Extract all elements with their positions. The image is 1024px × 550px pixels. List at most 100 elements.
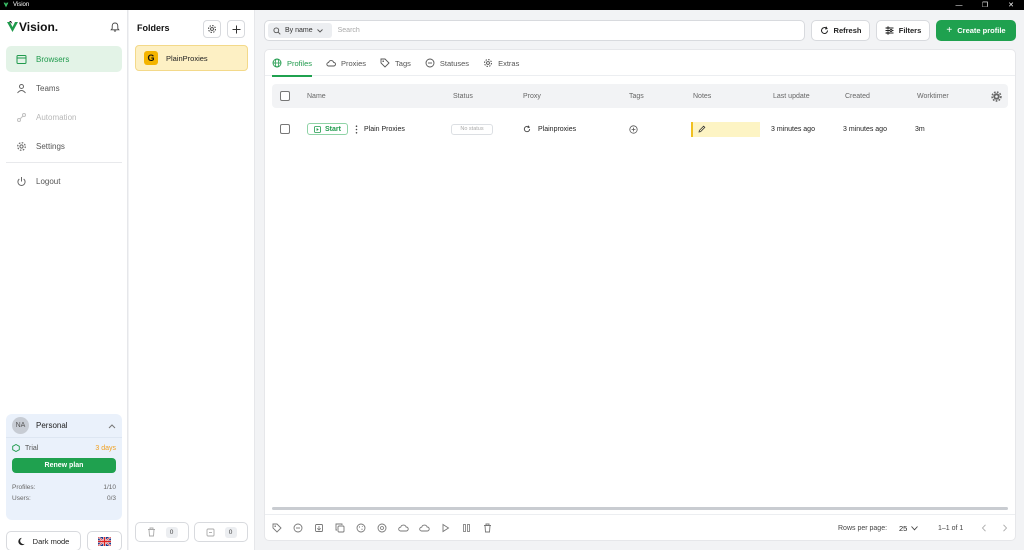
- user-icon: [15, 82, 27, 94]
- bulk-cookie-icon[interactable]: [355, 522, 367, 534]
- search-mode-label: By name: [285, 27, 313, 34]
- filters-button[interactable]: Filters: [876, 20, 930, 41]
- globe-icon: [272, 58, 282, 68]
- trash-button[interactable]: 0: [135, 522, 189, 542]
- profile-name[interactable]: Plain Proxies: [364, 117, 405, 141]
- next-page-icon[interactable]: [999, 522, 1011, 534]
- users-usage-value: 0/3: [106, 495, 116, 502]
- window-title-bar: Vision — ❐ ✕: [0, 0, 1024, 10]
- notes-field[interactable]: [691, 121, 760, 137]
- plus-icon: +: [946, 25, 953, 36]
- column-header-status[interactable]: Status: [453, 84, 473, 108]
- column-settings-button[interactable]: [991, 84, 1002, 108]
- start-button[interactable]: Start: [307, 123, 348, 135]
- bulk-status-icon[interactable]: [292, 522, 304, 534]
- bulk-tag-icon[interactable]: [271, 522, 283, 534]
- add-tag-button[interactable]: [629, 117, 638, 141]
- minimize-button[interactable]: —: [946, 0, 972, 10]
- search-input[interactable]: [337, 27, 738, 34]
- trial-days: 3 days: [95, 444, 116, 452]
- maximize-button[interactable]: ❐: [972, 0, 998, 10]
- column-header-created[interactable]: Created: [845, 84, 870, 108]
- folder-settings-button[interactable]: [203, 20, 221, 38]
- tab-extras[interactable]: Extras: [483, 50, 519, 76]
- tab-bar: Profiles Proxies Tags Statuses Extras: [265, 50, 1015, 77]
- bulk-cloud-upload-icon[interactable]: [397, 522, 409, 534]
- sidebar-item-label: Logout: [36, 176, 61, 186]
- tab-tags[interactable]: Tags: [380, 50, 411, 76]
- profiles-card: Profiles Proxies Tags Statuses Extras Na…: [264, 49, 1016, 541]
- app-logo-icon: [3, 2, 9, 8]
- search-mode-dropdown[interactable]: By name: [268, 23, 332, 38]
- create-profile-button[interactable]: + Create profile: [936, 20, 1016, 41]
- bulk-stop-icon[interactable]: [460, 522, 472, 534]
- vision-logo-icon: [7, 21, 18, 32]
- tab-label: Proxies: [341, 58, 367, 68]
- tab-statuses[interactable]: Statuses: [425, 50, 469, 76]
- chevron-up-icon: [108, 423, 116, 428]
- folder-item[interactable]: G PlainProxies: [135, 45, 248, 71]
- sidebar: Vision. Browsers Teams Automation Settin…: [0, 10, 128, 550]
- dark-mode-button[interactable]: Dark mode: [6, 531, 81, 550]
- avatar: NA: [12, 417, 29, 434]
- sidebar-item-settings[interactable]: Settings: [6, 133, 122, 159]
- bulk-move-folder-icon[interactable]: [313, 522, 325, 534]
- table-row[interactable]: Start Plain Proxies No status Plainproxi…: [272, 117, 1008, 141]
- search-icon: [273, 26, 281, 35]
- row-checkbox[interactable]: [280, 124, 290, 134]
- column-header-last-update[interactable]: Last update: [773, 84, 810, 108]
- column-header-name[interactable]: Name: [307, 84, 326, 108]
- archive-button[interactable]: 0: [194, 522, 248, 542]
- bulk-proxy-icon[interactable]: [376, 522, 388, 534]
- bulk-delete-icon[interactable]: [481, 522, 493, 534]
- workspace-name: Personal: [36, 421, 68, 430]
- start-label: Start: [325, 125, 341, 133]
- rows-per-page-label: Rows per page:: [838, 524, 888, 532]
- tab-profiles[interactable]: Profiles: [272, 50, 313, 77]
- select-all-checkbox[interactable]: [280, 91, 290, 101]
- automation-icon: [15, 111, 27, 123]
- column-header-tags[interactable]: Tags: [629, 84, 644, 108]
- language-button[interactable]: [87, 531, 122, 550]
- rows-per-page-select[interactable]: 25: [899, 515, 919, 541]
- close-button[interactable]: ✕: [998, 0, 1024, 10]
- proxy-cell[interactable]: Plainproxies: [523, 117, 576, 141]
- gear-icon: [15, 140, 27, 152]
- profiles-usage-label: Profiles:: [12, 484, 36, 491]
- add-folder-button[interactable]: [227, 20, 245, 38]
- renew-plan-button[interactable]: Renew plan: [12, 458, 116, 473]
- sidebar-item-label: Automation: [36, 112, 77, 122]
- bulk-start-icon[interactable]: [439, 522, 451, 534]
- bulk-cloud-icon[interactable]: [418, 522, 430, 534]
- status-badge[interactable]: No status: [451, 123, 493, 135]
- notifications-bell-icon[interactable]: [110, 22, 120, 32]
- refresh-icon: [523, 125, 531, 133]
- gear-icon: [484, 59, 493, 67]
- workspace-selector[interactable]: NA Personal: [6, 414, 122, 438]
- archive-icon: [206, 528, 214, 536]
- sidebar-item-browsers[interactable]: Browsers: [6, 46, 122, 72]
- row-menu-button[interactable]: [355, 117, 358, 141]
- refresh-label: Refresh: [833, 26, 862, 35]
- sidebar-nav: Browsers Teams Automation Settings Logou…: [6, 46, 122, 197]
- minus-circle-icon: [425, 58, 435, 68]
- sidebar-item-automation[interactable]: Automation: [6, 104, 122, 130]
- sidebar-item-teams[interactable]: Teams: [6, 75, 122, 101]
- plus-circle-icon: [629, 124, 638, 134]
- column-header-worktimer[interactable]: Worktimer: [917, 84, 949, 108]
- sidebar-item-logout[interactable]: Logout: [6, 168, 122, 194]
- refresh-button[interactable]: Refresh: [811, 20, 870, 41]
- sidebar-item-label: Teams: [36, 83, 60, 93]
- trash-count: 0: [165, 526, 178, 538]
- horizontal-scrollbar[interactable]: [272, 507, 1008, 510]
- power-icon: [15, 175, 27, 187]
- column-header-proxy[interactable]: Proxy: [523, 84, 541, 108]
- tab-label: Profiles: [287, 58, 313, 68]
- play-icon: [314, 125, 321, 133]
- bulk-copy-icon[interactable]: [334, 522, 346, 534]
- prev-page-icon[interactable]: [978, 522, 990, 534]
- trash-icon: [147, 527, 155, 537]
- tab-proxies[interactable]: Proxies: [326, 50, 366, 76]
- column-header-notes[interactable]: Notes: [693, 84, 711, 108]
- users-usage: Users: 0/3: [6, 495, 122, 502]
